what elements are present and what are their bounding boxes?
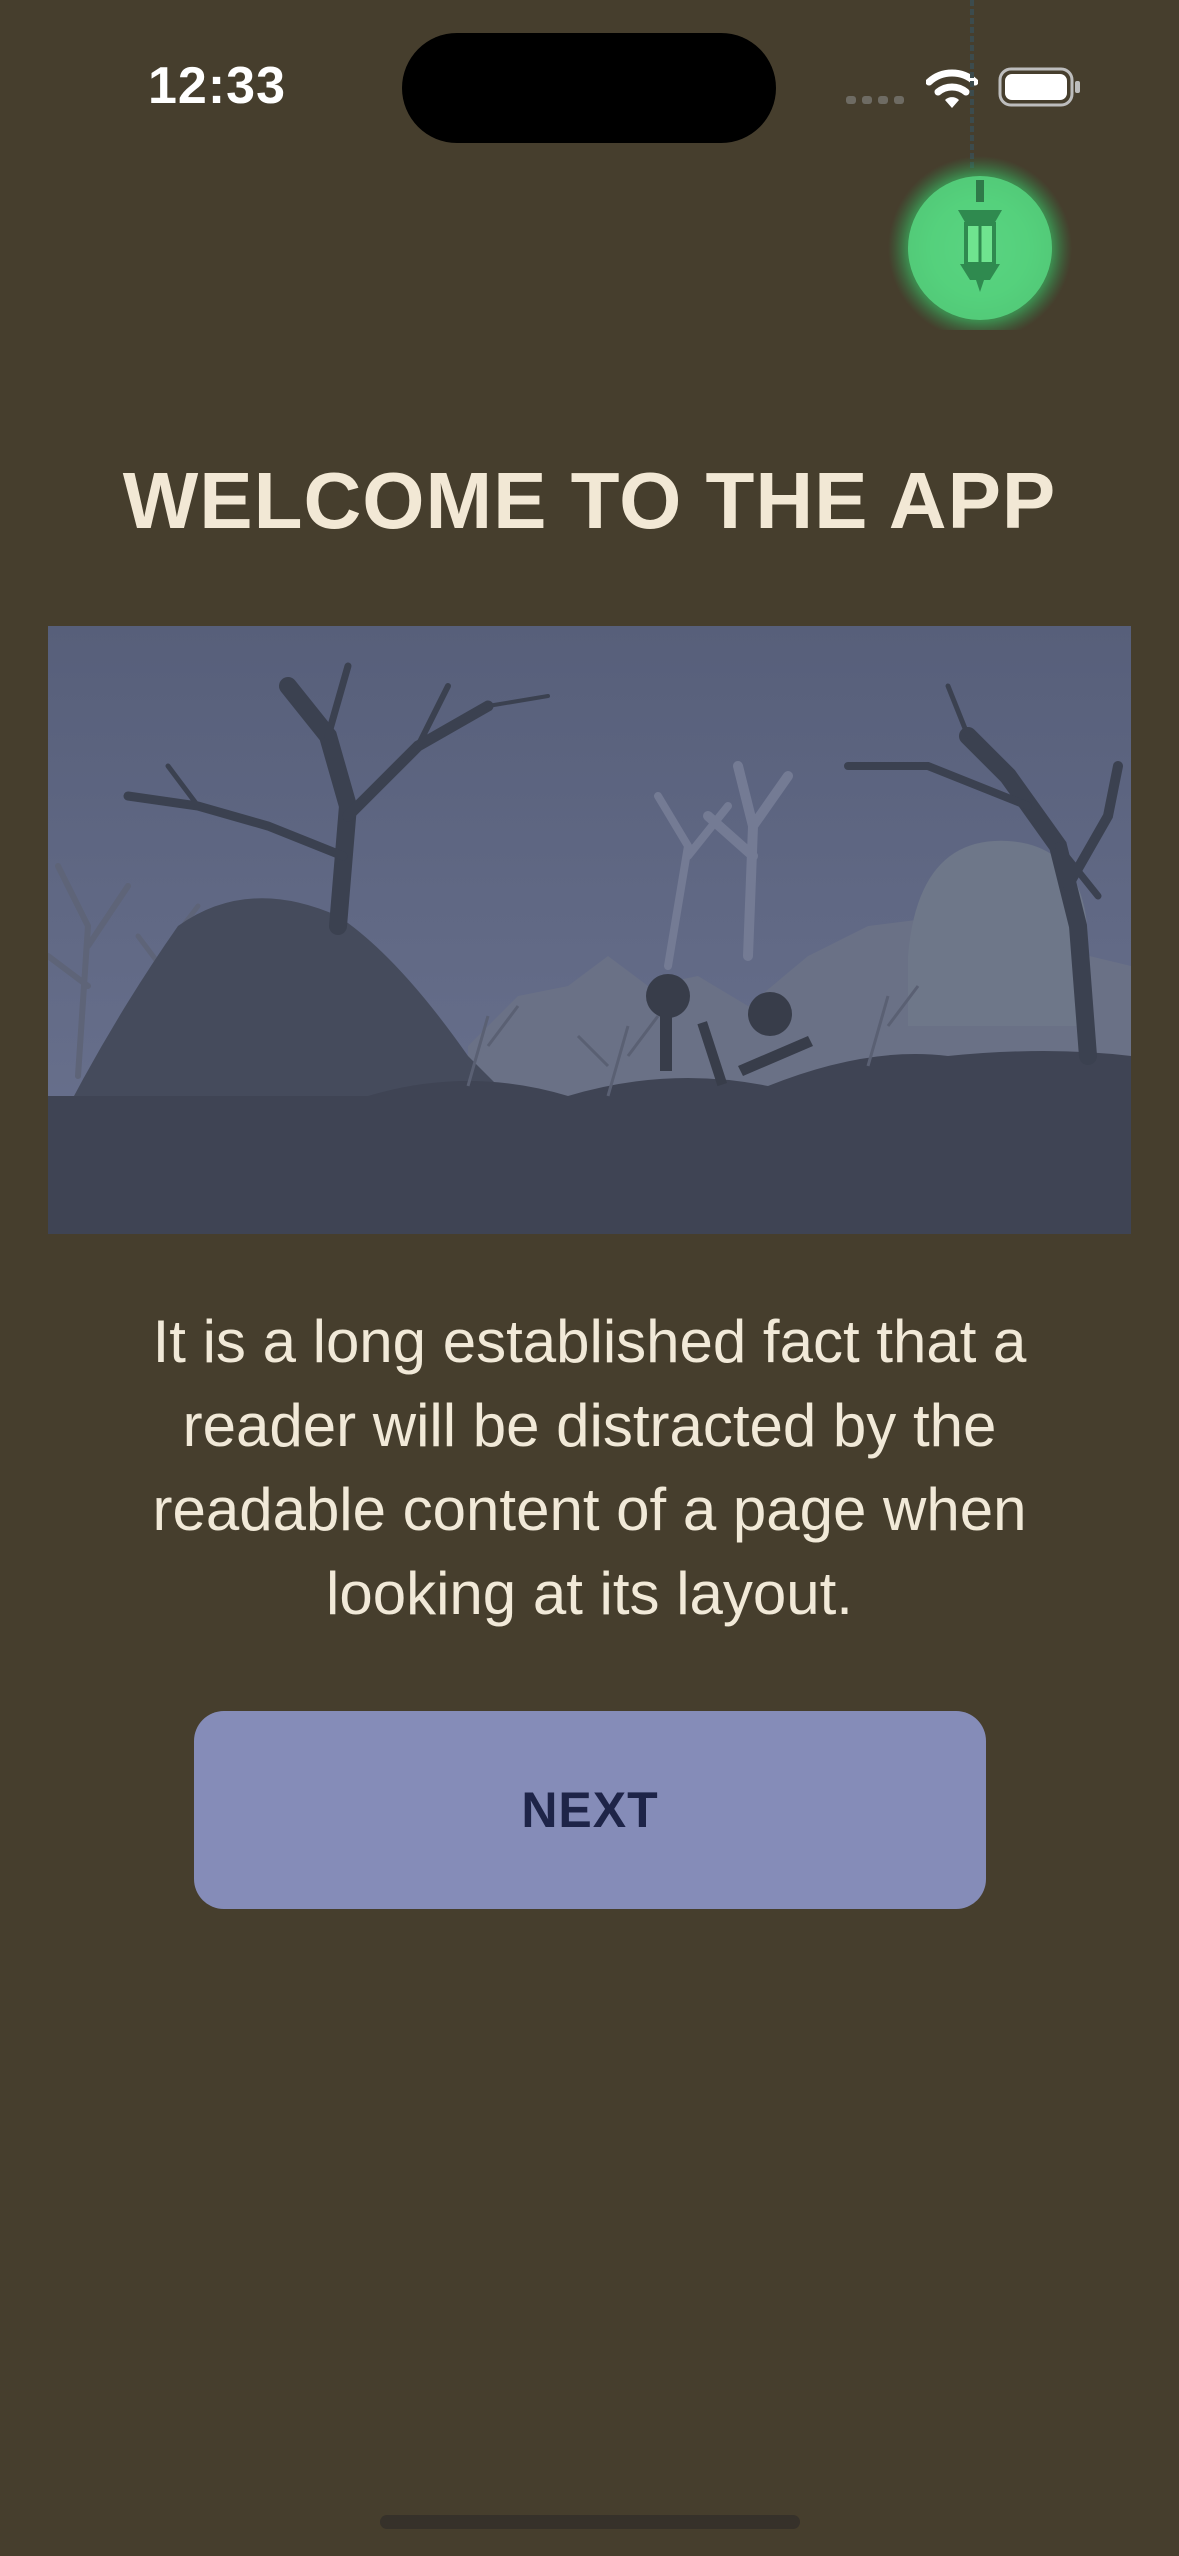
lantern-icon[interactable] [880,0,1080,330]
home-indicator[interactable] [380,2515,800,2529]
next-button[interactable]: NEXT [194,1711,986,1909]
dynamic-island [402,33,776,143]
page-title: WELCOME TO THE APP [122,456,1057,545]
status-time: 12:33 [148,57,286,115]
description-text: It is a long established fact that a rea… [152,1308,1027,1627]
graveyard-scene-illustration [48,626,1131,1234]
